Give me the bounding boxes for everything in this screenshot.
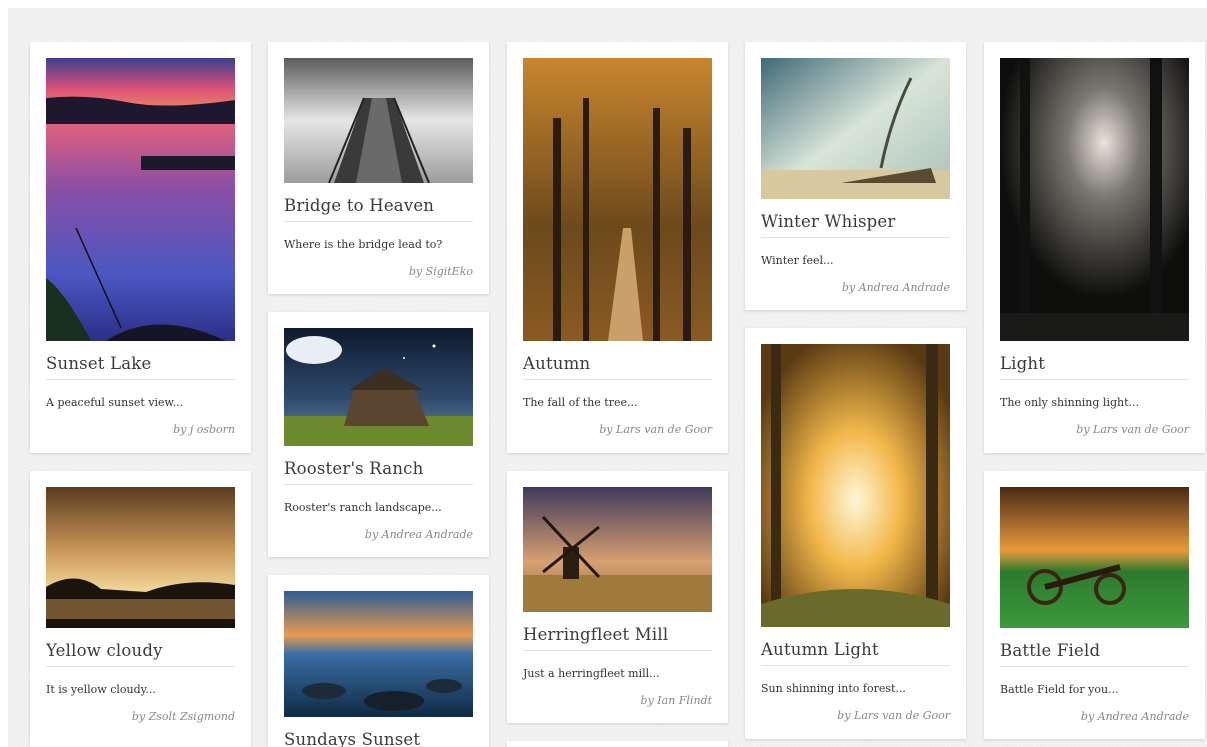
card-title[interactable]: Battle Field: [1000, 641, 1189, 667]
photo-card-autumn[interactable]: Autumn The fall of the tree... by Lars v…: [507, 42, 728, 453]
photo-card-yellow-cloudy[interactable]: Yellow cloudy It is yellow cloudy... by …: [30, 471, 251, 747]
photo-autumn-light[interactable]: [761, 344, 950, 627]
photo-light[interactable]: [1000, 58, 1189, 341]
photo-card-battle-field[interactable]: Battle Field Battle Field for you... by …: [984, 471, 1205, 739]
photo-card-partial[interactable]: [507, 741, 728, 747]
photo-card-winter-whisper[interactable]: Winter Whisper Winter feel... by Andrea …: [745, 42, 966, 310]
gallery-grid: Sunset Lake A peaceful sunset view... by…: [8, 8, 1207, 747]
photo-herringfleet-mill[interactable]: [523, 487, 712, 612]
card-author[interactable]: by Zsolt Zsigmond: [132, 710, 235, 723]
card-description: It is yellow cloudy...: [46, 683, 156, 696]
card-description: A peaceful sunset view...: [46, 396, 184, 409]
photo-autumn[interactable]: [523, 58, 712, 341]
photo-battle-field[interactable]: [1000, 487, 1189, 628]
photo-card-herringfleet-mill[interactable]: Herringfleet Mill Just a herringfleet mi…: [507, 471, 728, 723]
card-title[interactable]: Bridge to Heaven: [284, 196, 473, 222]
card-description: Rooster's ranch landscape...: [284, 501, 442, 514]
card-title[interactable]: Herringfleet Mill: [523, 625, 712, 651]
card-title[interactable]: Sunset Lake: [46, 354, 235, 380]
photo-yellow-cloudy[interactable]: [46, 487, 235, 628]
card-author[interactable]: by j osborn: [173, 423, 235, 436]
card-author[interactable]: by Lars van de Goor: [1076, 423, 1189, 436]
card-description: Winter feel...: [761, 254, 834, 267]
photo-card-bridge-to-heaven[interactable]: Bridge to Heaven Where is the bridge lea…: [268, 42, 489, 294]
card-description: Just a herringfleet mill...: [523, 667, 660, 680]
card-title[interactable]: Autumn: [523, 354, 712, 380]
card-author[interactable]: by Andrea Andrade: [842, 281, 950, 294]
card-description: Sun shinning into forest...: [761, 682, 906, 695]
card-description: Battle Field for you...: [1000, 683, 1119, 696]
card-title[interactable]: Autumn Light: [761, 640, 950, 666]
card-author[interactable]: by Lars van de Goor: [837, 709, 950, 722]
photo-card-light[interactable]: Light The only shinning light... by Lars…: [984, 42, 1205, 453]
photo-sundays-sunset[interactable]: [284, 591, 473, 717]
photo-roosters-ranch[interactable]: [284, 328, 473, 446]
card-author[interactable]: by Andrea Andrade: [365, 528, 473, 541]
card-description: Where is the bridge lead to?: [284, 238, 443, 251]
photo-card-roosters-ranch[interactable]: Rooster's Ranch Rooster's ranch landscap…: [268, 312, 489, 557]
photo-winter-whisper[interactable]: [761, 58, 950, 199]
photo-card-sundays-sunset[interactable]: Sundays Sunset: [268, 575, 489, 747]
card-author[interactable]: by Andrea Andrade: [1081, 710, 1189, 723]
card-title[interactable]: Rooster's Ranch: [284, 459, 473, 485]
card-description: The fall of the tree...: [523, 396, 638, 409]
card-title[interactable]: Light: [1000, 354, 1189, 380]
card-description: The only shinning light...: [1000, 396, 1139, 409]
card-author[interactable]: by Lars van de Goor: [599, 423, 712, 436]
photo-sunset-lake[interactable]: [46, 58, 235, 341]
card-author[interactable]: by SigitEko: [409, 265, 473, 278]
card-author[interactable]: by Ian Flindt: [641, 694, 712, 707]
card-title[interactable]: Sundays Sunset: [284, 730, 473, 747]
card-title[interactable]: Yellow cloudy: [46, 641, 235, 667]
card-title[interactable]: Winter Whisper: [761, 212, 950, 238]
photo-card-autumn-light[interactable]: Autumn Light Sun shinning into forest...…: [745, 328, 966, 739]
photo-bridge-to-heaven[interactable]: [284, 58, 473, 183]
photo-card-sunset-lake[interactable]: Sunset Lake A peaceful sunset view... by…: [30, 42, 251, 453]
